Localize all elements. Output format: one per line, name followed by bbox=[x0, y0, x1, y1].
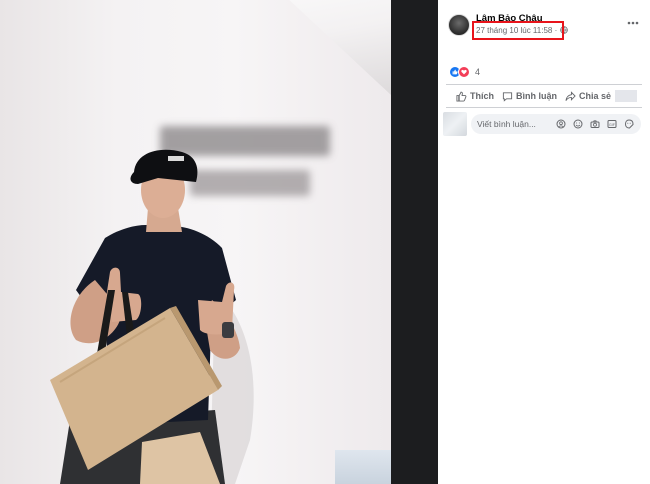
like-label: Thích bbox=[470, 91, 494, 101]
love-reaction-icon bbox=[458, 66, 470, 78]
divider bbox=[446, 107, 642, 108]
sticker-icon[interactable] bbox=[623, 118, 635, 130]
comment-tools: GIF bbox=[550, 118, 635, 130]
author-avatar[interactable] bbox=[448, 14, 470, 36]
comment-composer: Viết bình luận... GIF bbox=[443, 112, 645, 136]
share-icon bbox=[565, 90, 576, 101]
photo-viewer[interactable] bbox=[0, 0, 438, 484]
post-actions: Thích Bình luận Chia sẻ bbox=[446, 85, 642, 107]
more-options-button[interactable] bbox=[624, 14, 642, 32]
timestamp-text: 27 tháng 10 lúc 11:58 · bbox=[476, 26, 558, 35]
emoji-icon[interactable] bbox=[572, 118, 584, 130]
comment-icon bbox=[502, 91, 513, 102]
thumbs-up-icon bbox=[456, 91, 467, 102]
comment-placeholder: Viết bình luận... bbox=[477, 119, 536, 129]
reaction-summary[interactable]: 4 bbox=[449, 66, 480, 78]
comment-input[interactable]: Viết bình luận... GIF bbox=[471, 114, 641, 134]
post-timestamp[interactable]: 27 tháng 10 lúc 11:58 · bbox=[476, 26, 569, 35]
camera-icon[interactable] bbox=[589, 118, 601, 130]
gif-icon[interactable]: GIF bbox=[606, 118, 618, 130]
author-name[interactable]: Lâm Bảo Châu bbox=[476, 13, 543, 24]
svg-text:GIF: GIF bbox=[609, 123, 616, 127]
avatar-sticker-icon[interactable] bbox=[555, 118, 567, 130]
globe-icon bbox=[560, 26, 569, 34]
share-label: Chia sẻ bbox=[579, 91, 612, 101]
comment-label: Bình luận bbox=[516, 91, 557, 101]
reaction-count: 4 bbox=[475, 67, 481, 77]
share-button[interactable]: Chia sẻ bbox=[565, 90, 638, 102]
more-icon bbox=[627, 21, 639, 25]
post-photo bbox=[0, 0, 391, 484]
current-user-avatar[interactable] bbox=[443, 112, 467, 136]
like-button[interactable]: Thích bbox=[456, 91, 494, 102]
comment-button[interactable]: Bình luận bbox=[502, 91, 557, 102]
counter-surface bbox=[335, 450, 391, 484]
blurred-share-count bbox=[615, 90, 638, 102]
person-illustration bbox=[50, 149, 254, 484]
post-sidebar: Lâm Bảo Châu 27 tháng 10 lúc 11:58 · 4 T… bbox=[438, 0, 650, 484]
